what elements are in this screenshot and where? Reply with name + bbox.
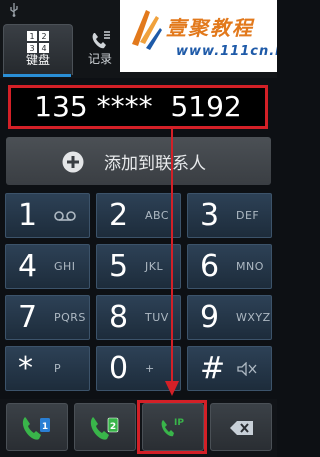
key-digit: 6 [200, 249, 220, 284]
key-digit: * [18, 351, 33, 386]
key-digit: 8 [109, 300, 129, 335]
key-digit: 4 [18, 249, 38, 284]
watermark-logo [132, 10, 162, 50]
call-log-icon [92, 31, 110, 49]
ip-button-highlight-box [137, 400, 207, 454]
key-digit: 7 [18, 300, 38, 335]
key-hash[interactable]: # [187, 346, 272, 391]
watermark: 壹聚教程 www.111cn.Net [120, 0, 277, 72]
key-letters: MNO [236, 260, 264, 273]
key-5[interactable]: 5 JKL [96, 244, 181, 289]
backspace-icon [230, 421, 253, 435]
key-letters: WXYZ [236, 311, 271, 324]
usb-icon [10, 3, 18, 17]
key-letters: DEF [236, 209, 260, 222]
tab-keypad-label: 键盘 [25, 53, 50, 67]
key-7[interactable]: 7 PQRS [5, 295, 90, 340]
keypad-icon-digit: 2 [41, 32, 46, 41]
call-sim2-button[interactable]: 2 [74, 403, 136, 451]
key-letters: + [145, 362, 155, 375]
key-1[interactable]: 1 [5, 193, 90, 238]
keypad-icon-digit: 1 [29, 32, 34, 41]
key-star[interactable]: * P [5, 346, 90, 391]
tab-keypad[interactable]: 1 2 3 4 键盘 [3, 24, 73, 75]
key-2[interactable]: 2 ABC [96, 193, 181, 238]
keypad-icon: 1 2 3 4 [27, 31, 49, 53]
status-bar [0, 0, 120, 20]
dial-keypad: 1 2 ABC 3 DEF 4 GHI 5 JKL 6 MNO 7 PQRS 8… [5, 193, 272, 393]
watermark-title: 壹聚教程 [166, 16, 254, 40]
dialed-number: 135 **** 5192 [34, 90, 242, 123]
key-6[interactable]: 6 MNO [187, 244, 272, 289]
key-4[interactable]: 4 GHI [5, 244, 90, 289]
call-sim1-button[interactable]: 1 [6, 403, 68, 451]
add-to-contacts-label: 添加到联系人 [104, 154, 206, 174]
key-8[interactable]: 8 TUV [96, 295, 181, 340]
phone-icon: 2 [90, 417, 119, 440]
key-digit: 1 [18, 198, 38, 233]
key-letters: P [54, 362, 62, 375]
watermark-url: www.111cn.Net [176, 44, 277, 59]
active-tab-indicator [3, 74, 71, 77]
key-letters: TUV [145, 311, 169, 324]
key-9[interactable]: 9 WXYZ [187, 295, 272, 340]
plus-icon [62, 151, 84, 173]
sim1-badge: 1 [42, 422, 48, 432]
key-digit: 0 [109, 351, 129, 386]
add-to-contacts-button[interactable]: 添加到联系人 [6, 137, 271, 185]
backspace-button[interactable] [210, 403, 272, 451]
number-display[interactable]: 135 **** 5192 [8, 85, 268, 129]
key-letters: PQRS [54, 311, 86, 324]
key-0[interactable]: 0 + [96, 346, 181, 391]
key-letters: ABC [145, 209, 170, 222]
sim2-badge: 2 [110, 422, 116, 432]
phone-icon: 1 [22, 417, 50, 440]
key-digit: # [200, 351, 226, 386]
voicemail-icon [54, 211, 76, 221]
mute-icon [237, 362, 257, 376]
tab-call-log-label: 记录 [88, 52, 113, 66]
key-3[interactable]: 3 DEF [187, 193, 272, 238]
key-letters: JKL [145, 260, 164, 273]
key-digit: 2 [109, 198, 129, 233]
key-digit: 9 [200, 300, 220, 335]
key-letters: GHI [54, 260, 76, 273]
key-digit: 3 [200, 198, 220, 233]
key-digit: 5 [109, 249, 129, 284]
